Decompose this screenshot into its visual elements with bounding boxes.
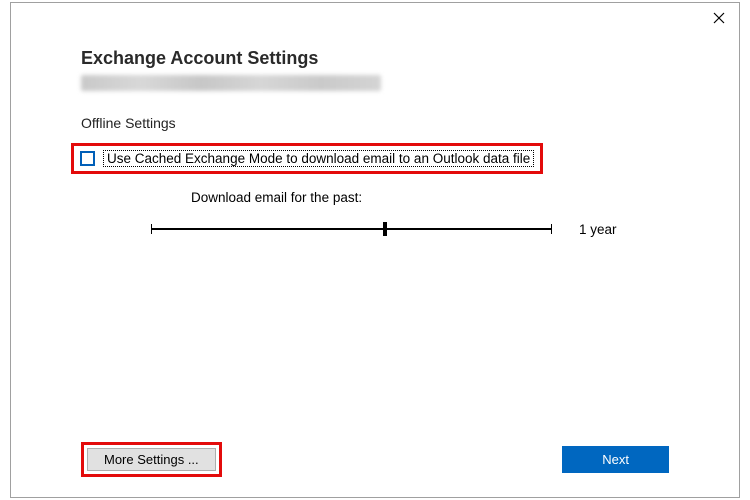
more-settings-highlight: More Settings ... <box>81 442 222 477</box>
content-area: Exchange Account Settings Offline Settin… <box>11 33 739 239</box>
download-past-label: Download email for the past: <box>191 190 669 205</box>
account-email-redacted <box>81 75 381 91</box>
close-icon <box>713 12 725 27</box>
page-title: Exchange Account Settings <box>81 48 669 69</box>
titlebar <box>11 3 739 33</box>
cached-mode-checkbox[interactable] <box>80 151 95 166</box>
close-button[interactable] <box>709 9 729 29</box>
download-slider-row: 1 year <box>151 219 669 239</box>
footer: More Settings ... Next <box>81 442 669 477</box>
slider-tick <box>551 224 552 234</box>
slider-thumb[interactable] <box>383 222 387 236</box>
offline-settings-label: Offline Settings <box>81 115 669 131</box>
download-period-slider[interactable] <box>151 219 551 239</box>
cached-mode-label-focus: Use Cached Exchange Mode to download ema… <box>103 150 534 167</box>
slider-track <box>151 228 551 230</box>
slider-tick <box>151 224 152 234</box>
dialog-window: Exchange Account Settings Offline Settin… <box>10 2 740 498</box>
next-button[interactable]: Next <box>562 446 669 473</box>
more-settings-button[interactable]: More Settings ... <box>87 448 216 471</box>
cached-mode-highlight: Use Cached Exchange Mode to download ema… <box>71 143 543 174</box>
slider-value-label: 1 year <box>579 222 617 237</box>
cached-mode-label: Use Cached Exchange Mode to download ema… <box>107 151 530 166</box>
